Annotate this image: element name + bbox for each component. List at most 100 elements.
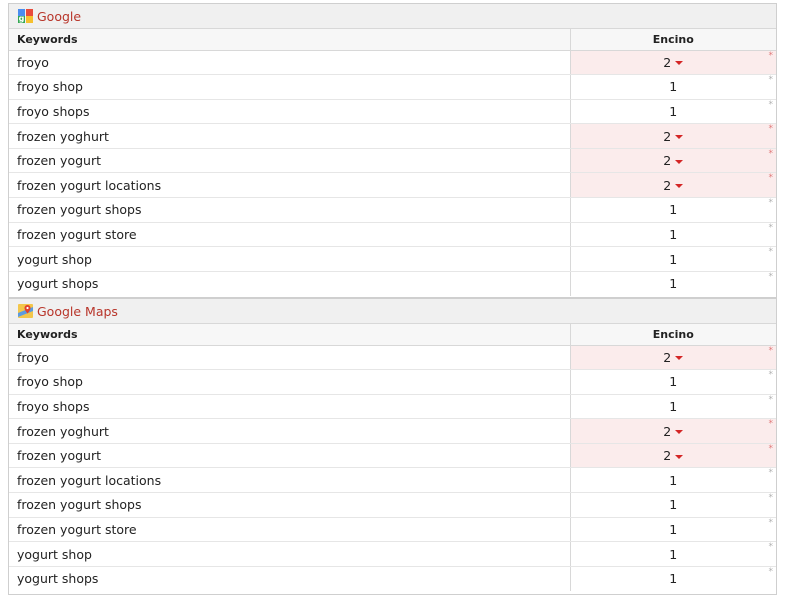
keyword-cell[interactable]: froyo (9, 345, 571, 371)
rank-cell[interactable]: 1 * (570, 467, 776, 494)
google-maps-panel-title[interactable]: Google Maps (37, 304, 118, 319)
keyword-cell[interactable]: yogurt shop (9, 541, 571, 567)
rank-marker[interactable]: * (769, 149, 774, 159)
rank-value: 2 (663, 349, 672, 365)
rank-cell[interactable]: 1 * (570, 222, 776, 248)
rank-value: 1 (669, 226, 678, 242)
rank-cell[interactable]: 1 * (570, 271, 776, 296)
keyword-cell[interactable]: frozen yogurt (9, 443, 571, 469)
table-row: yogurt shops 1 * (9, 566, 776, 591)
keywords-column-header[interactable]: Keywords (9, 324, 571, 346)
table-row: frozen yogurt locations 2 * (9, 172, 776, 199)
keyword-cell[interactable]: yogurt shops (9, 271, 571, 296)
keyword-cell[interactable]: frozen yogurt shops (9, 492, 571, 518)
keyword-cell[interactable]: frozen yogurt store (9, 222, 571, 248)
rank-cell[interactable]: 1 * (570, 394, 776, 420)
rank-marker[interactable]: * (769, 444, 774, 454)
rank-cell[interactable]: 1 * (570, 541, 776, 567)
rank-cell[interactable]: 1 * (570, 74, 776, 100)
keyword-cell[interactable]: frozen yoghurt (9, 418, 571, 444)
rank-cell[interactable]: 2 * (570, 418, 776, 444)
rank-down-arrow-icon (675, 159, 684, 164)
rank-value: 2 (663, 448, 672, 464)
rank-marker[interactable]: * (769, 346, 774, 356)
rank-marker[interactable]: * (769, 272, 774, 282)
keyword-cell[interactable]: froyo shops (9, 99, 571, 125)
rank-marker[interactable]: * (769, 125, 774, 134)
rank-marker[interactable]: * (769, 494, 774, 503)
rank-cell[interactable]: 2 * (570, 148, 776, 174)
keyword-cell[interactable]: frozen yogurt (9, 148, 571, 174)
keyword-cell[interactable]: frozen yogurt locations (9, 467, 571, 494)
rank-value: 2 (663, 153, 672, 169)
rank-cell[interactable]: 1 * (570, 517, 776, 543)
table-row: froyo shops 1 * (9, 394, 776, 420)
table-row: froyo 2 * (9, 50, 776, 76)
rank-marker[interactable]: * (769, 76, 774, 85)
rank-marker[interactable]: * (769, 248, 774, 257)
rank-marker[interactable]: * (769, 199, 774, 208)
rank-value: 1 (669, 472, 678, 488)
rank-down-arrow-icon (675, 430, 684, 435)
google-panel-header: g Google (9, 4, 776, 29)
keyword-cell[interactable]: froyo shop (9, 74, 571, 100)
rank-cell[interactable]: 1 * (570, 566, 776, 591)
table-row: frozen yogurt store 1 * (9, 222, 776, 248)
rank-value: 2 (663, 423, 672, 439)
rank-marker[interactable]: * (769, 543, 774, 552)
rank-marker[interactable]: * (769, 469, 774, 478)
keyword-cell[interactable]: frozen yogurt locations (9, 172, 571, 199)
rank-value: 1 (669, 546, 678, 562)
rank-value: 1 (669, 79, 678, 95)
keyword-cell[interactable]: froyo shop (9, 369, 571, 395)
keyword-cell[interactable]: yogurt shops (9, 566, 571, 591)
rank-value: 1 (669, 374, 678, 390)
rank-value: 1 (669, 202, 678, 218)
rank-value: 1 (669, 521, 678, 537)
encino-column-header[interactable]: Encino (570, 29, 776, 51)
rank-marker[interactable]: * (769, 567, 774, 577)
rank-marker[interactable]: * (769, 223, 774, 233)
rank-cell[interactable]: 1 * (570, 369, 776, 395)
table-row: yogurt shop 1 * (9, 541, 776, 567)
keyword-cell[interactable]: froyo (9, 50, 571, 76)
rank-marker[interactable]: * (769, 420, 774, 429)
rank-cell[interactable]: 2 * (570, 443, 776, 469)
rank-down-arrow-icon (675, 61, 684, 66)
rank-marker[interactable]: * (769, 51, 774, 61)
google-results-panel: g Google Keywords Encino froyo 2 * froyo sh… (8, 3, 777, 298)
rank-cell[interactable]: 2 * (570, 123, 776, 149)
rank-value: 2 (663, 54, 672, 70)
rank-marker[interactable]: * (769, 100, 774, 110)
rank-cell[interactable]: 1 * (570, 246, 776, 272)
rank-marker[interactable]: * (769, 371, 774, 380)
rank-cell[interactable]: 1 * (570, 492, 776, 518)
table-row: froyo 2 * (9, 345, 776, 371)
rank-marker[interactable]: * (769, 395, 774, 405)
encino-column-header[interactable]: Encino (570, 324, 776, 346)
google-rank-table-body: froyo 2 * froyo shop 1 * froyo shops 1 * frozen y… (9, 50, 776, 296)
google-panel-title[interactable]: Google (37, 9, 81, 24)
table-row: frozen yogurt 2 * (9, 148, 776, 174)
keyword-cell[interactable]: frozen yogurt store (9, 517, 571, 543)
keywords-column-header[interactable]: Keywords (9, 29, 571, 51)
table-row: frozen yogurt store 1 * (9, 517, 776, 543)
rank-marker[interactable]: * (769, 174, 774, 183)
keyword-cell[interactable]: frozen yoghurt (9, 123, 571, 149)
table-row: froyo shop 1 * (9, 369, 776, 395)
rank-value: 1 (669, 276, 678, 292)
rank-value: 1 (669, 571, 678, 587)
google-maps-results-panel: Google Maps Keywords Encino froyo 2 * froyo… (8, 298, 777, 595)
keyword-cell[interactable]: frozen yogurt shops (9, 197, 571, 223)
google-maps-rank-table-body: froyo 2 * froyo shop 1 * froyo shops 1 * frozen y… (9, 345, 776, 591)
table-header-row: Keywords Encino (9, 29, 776, 51)
rank-marker[interactable]: * (769, 518, 774, 528)
rank-cell[interactable]: 1 * (570, 99, 776, 125)
rank-cell[interactable]: 2 * (570, 172, 776, 199)
keyword-cell[interactable]: yogurt shop (9, 246, 571, 272)
rank-cell[interactable]: 1 * (570, 197, 776, 223)
rank-cell[interactable]: 2 * (570, 50, 776, 76)
google-rank-table: Keywords Encino froyo 2 * froyo shop 1 * froyo… (9, 29, 776, 296)
rank-cell[interactable]: 2 * (570, 345, 776, 371)
keyword-cell[interactable]: froyo shops (9, 394, 571, 420)
